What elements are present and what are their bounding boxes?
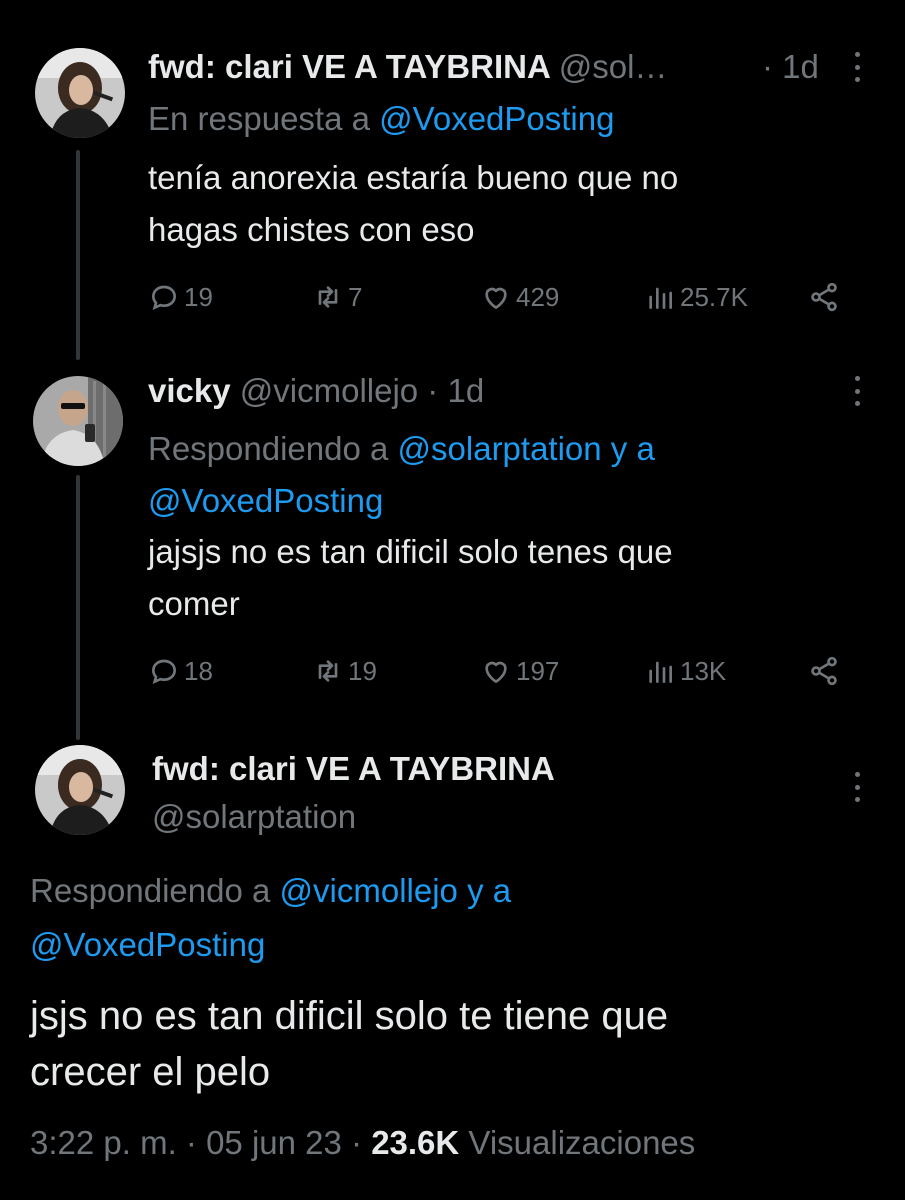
like-button[interactable]: 197: [480, 655, 559, 687]
tweet-text-line: comer: [148, 585, 240, 622]
avatar-image: [35, 48, 125, 138]
reply-count: 19: [184, 281, 213, 312]
tweet-text: jsjs no es tan dificil solo te tiene que…: [30, 988, 668, 1100]
reply-mention[interactable]: @VoxedPosting: [379, 100, 614, 137]
reply-button[interactable]: 19: [148, 281, 213, 313]
share-button[interactable]: [808, 655, 840, 687]
reply-icon: [151, 285, 177, 311]
retweet-icon: [318, 660, 338, 682]
like-icon: [485, 661, 507, 683]
reply-mention[interactable]: @VoxedPosting: [148, 475, 655, 527]
tweet-timestamp[interactable]: 3:22 p. m. · 05 jun 23 ·: [30, 1124, 371, 1161]
thread-line: [76, 475, 80, 740]
tweet-text: tenía anorexia estaría bueno que no haga…: [148, 152, 678, 256]
views-button[interactable]: 13K: [644, 655, 726, 687]
timestamp[interactable]: · 1d: [762, 48, 819, 86]
reply-mention[interactable]: @VoxedPosting: [30, 918, 511, 972]
share-button[interactable]: [808, 281, 840, 313]
avatar[interactable]: [35, 48, 125, 138]
tweet-text-line: jsjs no es tan dificil solo te tiene que: [30, 994, 669, 1038]
handle[interactable]: @sol…: [559, 48, 668, 85]
reply-mention[interactable]: @vicmollejo y a: [280, 872, 512, 909]
like-icon: [485, 287, 507, 309]
reply-prefix: Respondiendo a: [30, 872, 280, 909]
display-name[interactable]: fwd: clari VE A TAYBRINA: [152, 750, 555, 788]
more-icon[interactable]: [852, 376, 862, 406]
views-count: 13K: [680, 655, 727, 686]
avatar-image: [35, 745, 125, 835]
views-icon: [649, 287, 672, 309]
tweet-text-line: jajsjs no es tan dificil solo tenes que: [148, 533, 673, 570]
views-label: Visualizaciones: [459, 1124, 696, 1161]
share-icon: [811, 282, 837, 312]
like-button[interactable]: 429: [480, 281, 559, 313]
tweet-text-line: crecer el pelo: [30, 1050, 271, 1094]
reply-prefix: Respondiendo a: [148, 430, 398, 467]
reply-context: Respondiendo a @solarptation y a @VoxedP…: [148, 423, 655, 527]
retweet-button[interactable]: 19: [312, 655, 377, 687]
views-count: 25.7K: [680, 281, 748, 312]
retweet-button[interactable]: 7: [312, 281, 362, 313]
tweet-text-line: tenía anorexia estaría bueno que no: [148, 159, 679, 196]
tweet-metadata: 3:22 p. m. · 05 jun 23 · 23.6K Visualiza…: [30, 1124, 695, 1162]
avatar[interactable]: [35, 745, 125, 835]
reply-mention[interactable]: @solarptation y a: [398, 430, 655, 467]
retweet-count: 19: [348, 655, 377, 686]
reply-prefix: En respuesta a: [148, 100, 380, 137]
avatar-image: [33, 376, 123, 466]
more-icon[interactable]: [852, 772, 862, 802]
views-icon: [649, 661, 672, 683]
like-count: 197: [516, 655, 560, 686]
reply-icon: [151, 659, 177, 685]
tweet-text: jajsjs no es tan dificil solo tenes que …: [148, 526, 673, 630]
retweet-count: 7: [348, 281, 363, 312]
display-name[interactable]: fwd: clari VE A TAYBRINA: [148, 48, 550, 85]
avatar[interactable]: [33, 376, 123, 466]
more-icon[interactable]: [852, 52, 862, 82]
handle-and-time[interactable]: @vicmollejo · 1d: [240, 372, 484, 409]
like-count: 429: [516, 281, 560, 312]
thread-line: [76, 150, 80, 360]
share-icon: [811, 656, 837, 686]
retweet-icon: [318, 286, 338, 308]
reply-context: Respondiendo a @vicmollejo y a @VoxedPos…: [30, 864, 511, 972]
reply-button[interactable]: 18: [148, 655, 213, 687]
tweet-text-line: hagas chistes con eso: [148, 211, 475, 248]
display-name[interactable]: vicky: [148, 372, 231, 409]
reply-count: 18: [184, 655, 213, 686]
views-count: 23.6K: [371, 1124, 460, 1161]
handle[interactable]: @solarptation: [152, 798, 356, 836]
views-button[interactable]: 25.7K: [644, 281, 748, 313]
reply-context: En respuesta a @VoxedPosting: [148, 100, 614, 138]
